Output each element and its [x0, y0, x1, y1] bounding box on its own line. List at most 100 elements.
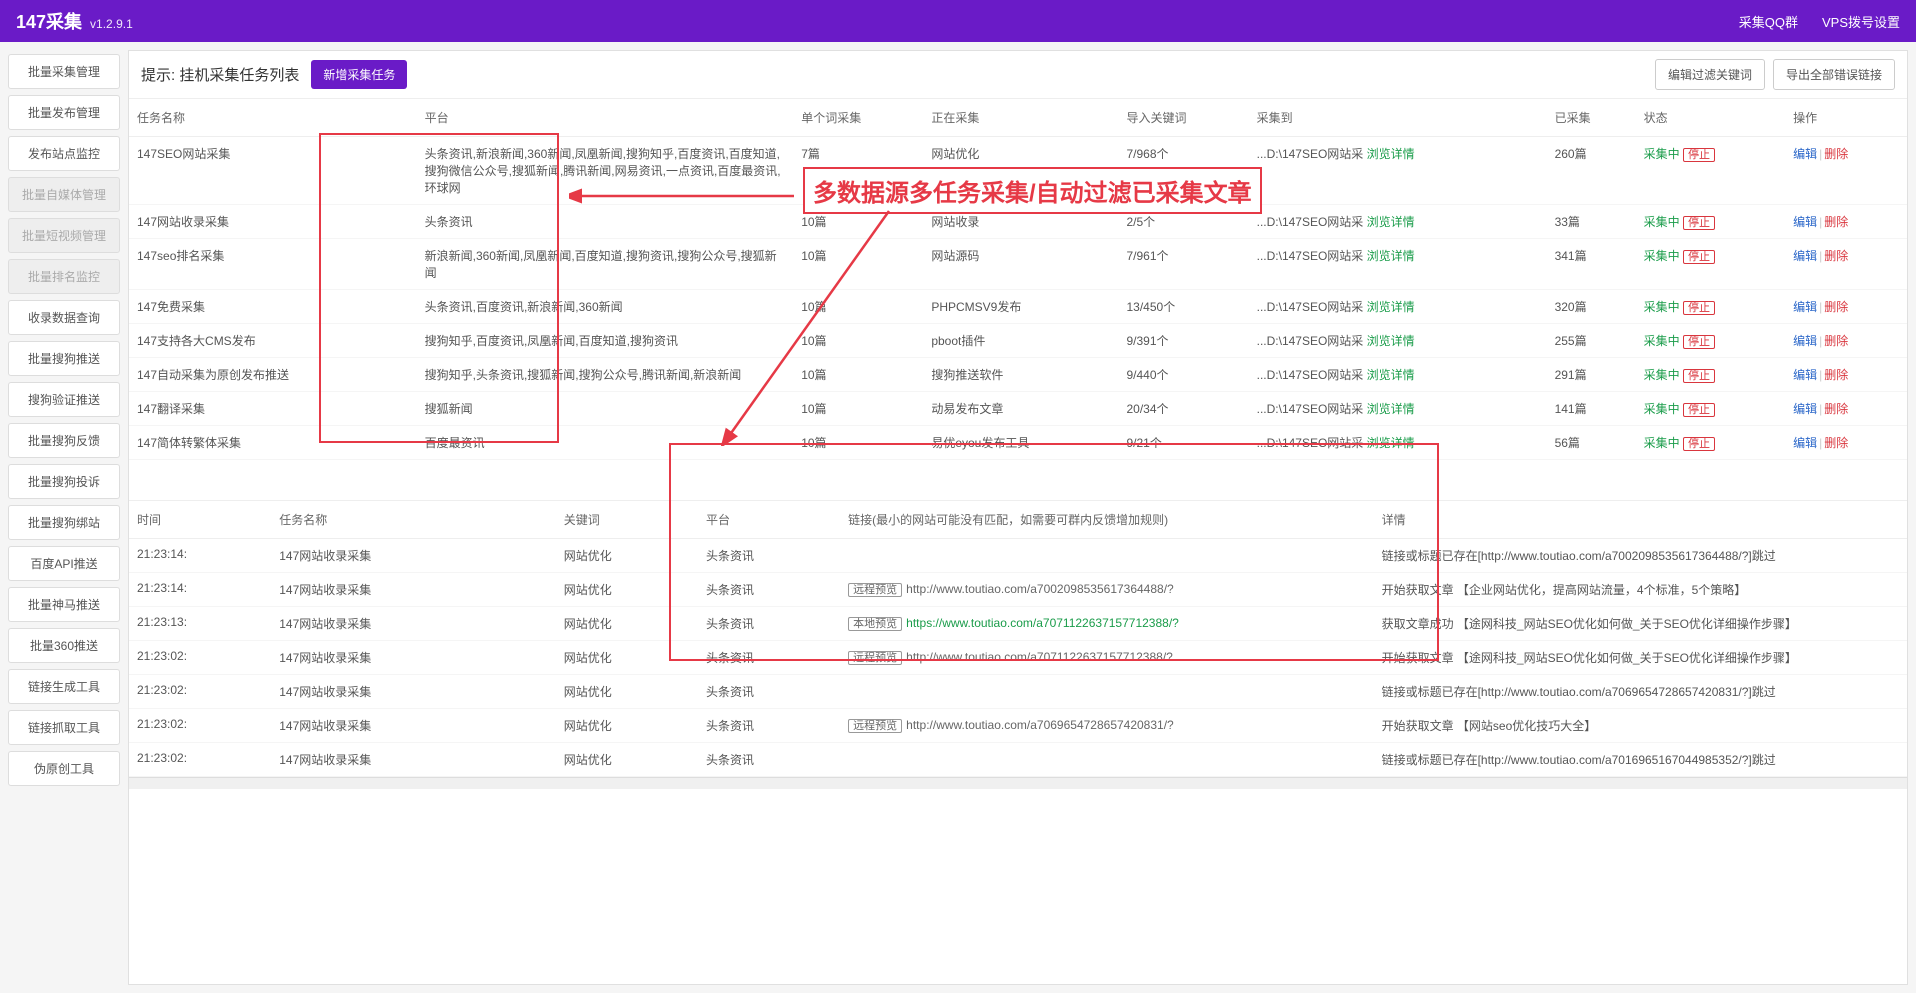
browse-detail-link[interactable]: 浏览详情: [1367, 215, 1415, 229]
task-keywords: 13/450个: [1119, 290, 1249, 324]
task-keywords: 2/5个: [1119, 205, 1249, 239]
browse-detail-link[interactable]: 浏览详情: [1367, 402, 1415, 416]
task-header-4: 导入关键词: [1119, 99, 1249, 137]
header-link-qq[interactable]: 采集QQ群: [1739, 12, 1798, 31]
log-link: 远程预览 http://www.toutiao.com/a700209853561…: [840, 573, 1373, 607]
stop-button[interactable]: 停止: [1683, 403, 1715, 417]
task-row: 147网站收录采集头条资讯10篇网站收录2/5个...D:\147SEO网站采 …: [129, 205, 1907, 239]
header-left: 147采集 v1.2.9.1: [16, 8, 133, 34]
browse-detail-link[interactable]: 浏览详情: [1367, 249, 1415, 263]
task-collecting: 动易发布文章: [923, 392, 1118, 426]
edit-button[interactable]: 编辑: [1793, 402, 1817, 416]
task-keywords: 20/34个: [1119, 392, 1249, 426]
delete-button[interactable]: 删除: [1824, 436, 1848, 450]
preview-badge[interactable]: 远程预览: [848, 583, 902, 597]
delete-button[interactable]: 删除: [1824, 402, 1848, 416]
log-url[interactable]: http://www.toutiao.com/a7069654728657420…: [906, 718, 1174, 732]
sidebar-item-14[interactable]: 批量360推送: [8, 628, 120, 663]
log-task: 147网站收录采集: [271, 539, 555, 573]
log-time: 21:23:02:: [129, 743, 271, 777]
horizontal-scrollbar[interactable]: [129, 777, 1907, 789]
header-link-vps[interactable]: VPS拨号设置: [1822, 12, 1900, 31]
log-url[interactable]: https://www.toutiao.com/a707112263715771…: [906, 616, 1179, 630]
browse-detail-link[interactable]: 浏览详情: [1367, 436, 1415, 450]
task-ops: 编辑|删除: [1785, 239, 1907, 290]
log-row: 21:23:02:147网站收录采集网站优化头条资讯链接或标题已存在[http:…: [129, 675, 1907, 709]
delete-button[interactable]: 删除: [1824, 368, 1848, 382]
task-status: 采集中 停止: [1636, 205, 1786, 239]
edit-button[interactable]: 编辑: [1793, 215, 1817, 229]
edit-button[interactable]: 编辑: [1793, 300, 1817, 314]
toolbar-title: 提示: 挂机采集任务列表: [141, 64, 299, 85]
browse-detail-link[interactable]: 浏览详情: [1367, 368, 1415, 382]
sidebar-item-12[interactable]: 百度API推送: [8, 546, 120, 581]
browse-detail-link[interactable]: 浏览详情: [1367, 147, 1415, 161]
task-collected: 141篇: [1547, 392, 1636, 426]
edit-button[interactable]: 编辑: [1793, 436, 1817, 450]
stop-button[interactable]: 停止: [1683, 216, 1715, 230]
task-header-7: 状态: [1636, 99, 1786, 137]
log-link: [840, 539, 1373, 573]
new-task-button[interactable]: 新增采集任务: [311, 60, 407, 89]
sidebar-item-7[interactable]: 批量搜狗推送: [8, 341, 120, 376]
task-platform: 头条资讯,新浪新闻,360新闻,凤凰新闻,搜狗知乎,百度资讯,百度知道,搜狗微信…: [417, 137, 794, 205]
app-title: 147采集: [16, 8, 82, 34]
edit-button[interactable]: 编辑: [1793, 334, 1817, 348]
sidebar-item-10[interactable]: 批量搜狗投诉: [8, 464, 120, 499]
task-dest: ...D:\147SEO网站采 浏览详情: [1249, 290, 1547, 324]
task-name: 147自动采集为原创发布推送: [129, 358, 417, 392]
sidebar-item-1[interactable]: 批量发布管理: [8, 95, 120, 130]
edit-button[interactable]: 编辑: [1793, 147, 1817, 161]
log-url[interactable]: http://www.toutiao.com/a7071122637157712…: [906, 650, 1173, 664]
task-table: 任务名称平台单个词采集正在采集导入关键词采集到已采集状态操作 147SEO网站采…: [129, 99, 1907, 460]
browse-detail-link[interactable]: 浏览详情: [1367, 334, 1415, 348]
sidebar-item-2[interactable]: 发布站点监控: [8, 136, 120, 171]
edit-button[interactable]: 编辑: [1793, 368, 1817, 382]
task-dest: ...D:\147SEO网站采 浏览详情: [1249, 426, 1547, 460]
sidebar-item-6[interactable]: 收录数据查询: [8, 300, 120, 335]
task-row: 147翻译采集搜狐新闻10篇动易发布文章20/34个...D:\147SEO网站…: [129, 392, 1907, 426]
delete-button[interactable]: 删除: [1824, 249, 1848, 263]
sidebar-item-16[interactable]: 链接抓取工具: [8, 710, 120, 745]
sidebar-item-15[interactable]: 链接生成工具: [8, 669, 120, 704]
preview-badge[interactable]: 远程预览: [848, 651, 902, 665]
log-task: 147网站收录采集: [271, 573, 555, 607]
stop-button[interactable]: 停止: [1683, 148, 1715, 162]
log-keyword: 网站优化: [556, 743, 698, 777]
preview-badge[interactable]: 本地预览: [848, 617, 902, 631]
export-errors-button[interactable]: 导出全部错误链接: [1773, 59, 1895, 90]
task-row: 147免费采集头条资讯,百度资讯,新浪新闻,360新闻10篇PHPCMSV9发布…: [129, 290, 1907, 324]
sidebar-item-11[interactable]: 批量搜狗绑站: [8, 505, 120, 540]
sidebar-item-8[interactable]: 搜狗验证推送: [8, 382, 120, 417]
delete-button[interactable]: 删除: [1824, 147, 1848, 161]
log-url[interactable]: http://www.toutiao.com/a7002098535617364…: [906, 582, 1174, 596]
sidebar-item-13[interactable]: 批量神马推送: [8, 587, 120, 622]
stop-button[interactable]: 停止: [1683, 335, 1715, 349]
log-table: 时间任务名称关键词平台链接(最小的网站可能没有匹配，如需要可群内反馈增加规则)详…: [129, 501, 1907, 777]
task-name: 147翻译采集: [129, 392, 417, 426]
delete-button[interactable]: 删除: [1824, 215, 1848, 229]
log-time: 21:23:14:: [129, 573, 271, 607]
edit-button[interactable]: 编辑: [1793, 249, 1817, 263]
edit-filter-button[interactable]: 编辑过滤关键词: [1655, 59, 1765, 90]
sidebar-item-0[interactable]: 批量采集管理: [8, 54, 120, 89]
task-platform: 头条资讯: [417, 205, 794, 239]
stop-button[interactable]: 停止: [1683, 369, 1715, 383]
stop-button[interactable]: 停止: [1683, 250, 1715, 264]
task-collected: 33篇: [1547, 205, 1636, 239]
sidebar-item-3: 批量自媒体管理: [8, 177, 120, 212]
sidebar-item-9[interactable]: 批量搜狗反馈: [8, 423, 120, 458]
stop-button[interactable]: 停止: [1683, 437, 1715, 451]
stop-button[interactable]: 停止: [1683, 301, 1715, 315]
browse-detail-link[interactable]: 浏览详情: [1367, 300, 1415, 314]
delete-button[interactable]: 删除: [1824, 334, 1848, 348]
log-detail: 开始获取文章 【网站seo优化技巧大全】: [1374, 709, 1907, 743]
preview-badge[interactable]: 远程预览: [848, 719, 902, 733]
task-collecting: pboot插件: [923, 324, 1118, 358]
log-keyword: 网站优化: [556, 675, 698, 709]
delete-button[interactable]: 删除: [1824, 300, 1848, 314]
task-status: 采集中 停止: [1636, 137, 1786, 205]
task-status: 采集中 停止: [1636, 392, 1786, 426]
task-keywords: 9/21个: [1119, 426, 1249, 460]
sidebar-item-17[interactable]: 伪原创工具: [8, 751, 120, 786]
